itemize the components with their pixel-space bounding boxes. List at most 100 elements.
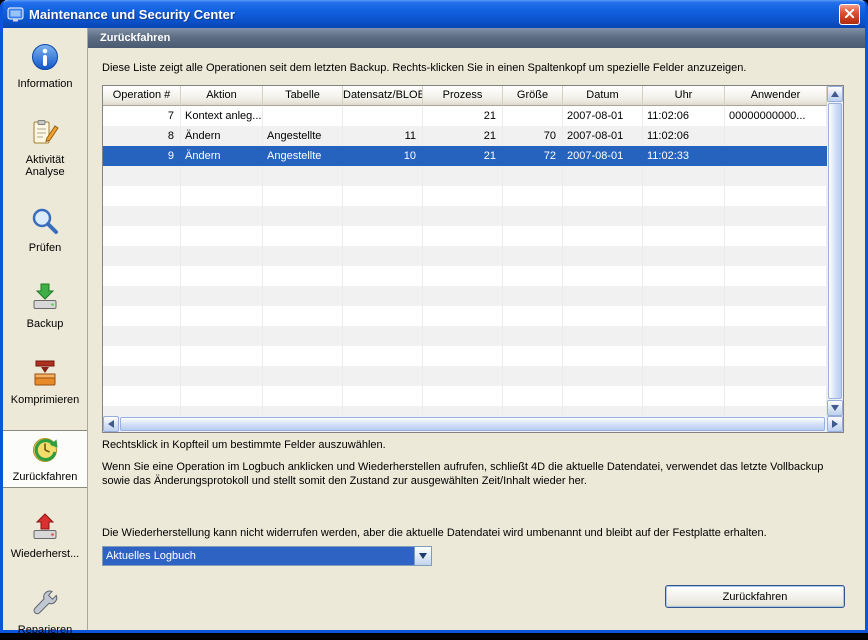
vertical-scroll-thumb[interactable] <box>828 103 842 399</box>
app-icon <box>7 6 24 23</box>
sidebar-item-label: Komprimieren <box>11 394 79 406</box>
sidebar-item-label: Information <box>17 78 72 90</box>
dropdown-arrow-button[interactable] <box>414 547 431 565</box>
column-header-datum[interactable]: Datum <box>563 86 643 106</box>
scroll-left-button[interactable] <box>103 416 119 432</box>
restore-icon <box>30 512 60 545</box>
app-window: Maintenance und Security Center Informat… <box>0 0 868 633</box>
sidebar-item-compact[interactable]: Komprimieren <box>3 354 87 410</box>
table-cell[interactable]: 21 <box>423 126 503 146</box>
header-hint-text: Rechtsklick in Kopfteil um bestimmte Fel… <box>102 439 847 451</box>
table-empty-area <box>643 166 725 416</box>
sidebar-item-label: Reparieren <box>18 624 72 636</box>
table-grid: Operation # Aktion Tabelle Datensatz/BLO… <box>103 86 827 416</box>
sidebar-item-backup[interactable]: Backup <box>3 278 87 334</box>
table-empty-area <box>725 166 827 416</box>
table-cell[interactable] <box>343 106 423 126</box>
window-title: Maintenance und Security Center <box>29 7 235 22</box>
table-cell-selected[interactable]: 11:02:33 <box>643 146 725 166</box>
horizontal-scroll-thumb[interactable] <box>120 417 825 431</box>
arrow-down-icon <box>831 405 839 411</box>
scroll-up-button[interactable] <box>827 86 843 102</box>
table-cell-selected[interactable]: 2007-08-01 <box>563 146 643 166</box>
table-cell-selected[interactable]: Ändern <box>181 146 263 166</box>
verify-icon <box>30 206 60 239</box>
sidebar-item-verify[interactable]: Prüfen <box>3 202 87 258</box>
table-cell[interactable]: 8 <box>103 126 181 146</box>
restore-explanation-text: Wenn Sie eine Operation im Logbuch ankli… <box>102 460 849 488</box>
table-empty-area <box>103 166 181 416</box>
table-cell[interactable]: 11:02:06 <box>643 106 725 126</box>
logbook-dropdown[interactable]: Aktuelles Logbuch <box>102 546 432 566</box>
close-icon <box>844 7 855 22</box>
table-cell-selected[interactable]: 9 <box>103 146 181 166</box>
sidebar-item-rollback[interactable]: Zurückfahren <box>3 430 87 488</box>
section-header: Zurückfahren <box>88 28 865 48</box>
sidebar-item-label: Aktivität Analyse <box>5 154 85 178</box>
table-cell[interactable] <box>503 106 563 126</box>
table-cell[interactable]: Angestellte <box>263 126 343 146</box>
table-cell-selected[interactable]: 21 <box>423 146 503 166</box>
column-header-datensatz[interactable]: Datensatz/BLOB <box>343 86 423 106</box>
arrow-left-icon <box>108 420 114 428</box>
table-cell-selected[interactable] <box>725 146 827 166</box>
table-cell[interactable] <box>263 106 343 126</box>
table-cell-selected[interactable]: 10 <box>343 146 423 166</box>
table-cell[interactable]: 21 <box>423 106 503 126</box>
table-cell[interactable]: 11 <box>343 126 423 146</box>
close-button[interactable] <box>839 4 860 25</box>
table-cell[interactable]: 2007-08-01 <box>563 106 643 126</box>
sidebar-item-restore[interactable]: Wiederherst... <box>3 508 87 564</box>
compact-icon <box>30 358 60 391</box>
table-cell[interactable]: Kontext anleg... <box>181 106 263 126</box>
table-cell-selected[interactable]: 72 <box>503 146 563 166</box>
table-cell[interactable]: 00000000000... <box>725 106 827 126</box>
column-header-tabelle[interactable]: Tabelle <box>263 86 343 106</box>
column-header-anwender[interactable]: Anwender <box>725 86 827 106</box>
column-header-groesse[interactable]: Größe <box>503 86 563 106</box>
table-cell[interactable]: 7 <box>103 106 181 126</box>
titlebar[interactable]: Maintenance und Security Center <box>3 0 865 28</box>
column-header-uhr[interactable]: Uhr <box>643 86 725 106</box>
rollback-icon <box>30 435 60 468</box>
horizontal-scrollbar[interactable] <box>103 416 843 432</box>
table-empty-area <box>343 166 423 416</box>
table-empty-area <box>181 166 263 416</box>
sidebar-item-information[interactable]: Information <box>3 38 87 94</box>
restore-warning-text: Die Wiederherstellung kann nicht widerru… <box>102 526 849 540</box>
table-cell[interactable]: 70 <box>503 126 563 146</box>
table-cell-selected[interactable]: Angestellte <box>263 146 343 166</box>
sidebar: Information Aktivität Analyse <box>3 28 88 630</box>
sidebar-item-label: Backup <box>27 318 64 330</box>
dropdown-selected-value: Aktuelles Logbuch <box>103 547 414 565</box>
content-panel: Zurückfahren Diese Liste zeigt alle Oper… <box>88 28 865 630</box>
table-cell[interactable]: Ändern <box>181 126 263 146</box>
column-header-operation[interactable]: Operation # <box>103 86 181 106</box>
table-empty-area <box>503 166 563 416</box>
operations-table: Operation # Aktion Tabelle Datensatz/BLO… <box>102 85 844 433</box>
vertical-scrollbar[interactable] <box>827 86 843 416</box>
rollback-button[interactable]: Zurückfahren <box>665 585 845 608</box>
backup-icon <box>30 282 60 315</box>
repair-icon <box>30 588 60 621</box>
table-empty-area <box>423 166 503 416</box>
scroll-right-button[interactable] <box>827 416 843 432</box>
sidebar-item-label: Zurückfahren <box>13 471 78 483</box>
table-cell[interactable]: 11:02:06 <box>643 126 725 146</box>
table-cell[interactable] <box>725 126 827 146</box>
intro-text: Diese Liste zeigt alle Operationen seit … <box>102 62 847 74</box>
arrow-right-icon <box>832 420 838 428</box>
sidebar-item-activity-analysis[interactable]: Aktivität Analyse <box>3 114 87 182</box>
chevron-down-icon <box>419 553 427 559</box>
activity-analysis-icon <box>30 118 60 151</box>
table-cell[interactable]: 2007-08-01 <box>563 126 643 146</box>
sidebar-item-repair[interactable]: Reparieren <box>3 584 87 640</box>
sidebar-item-label: Prüfen <box>29 242 61 254</box>
column-header-aktion[interactable]: Aktion <box>181 86 263 106</box>
sidebar-item-label: Wiederherst... <box>11 548 79 560</box>
scroll-down-button[interactable] <box>827 400 843 416</box>
info-icon <box>30 42 60 75</box>
arrow-up-icon <box>831 91 839 97</box>
table-empty-area <box>263 166 343 416</box>
column-header-prozess[interactable]: Prozess <box>423 86 503 106</box>
